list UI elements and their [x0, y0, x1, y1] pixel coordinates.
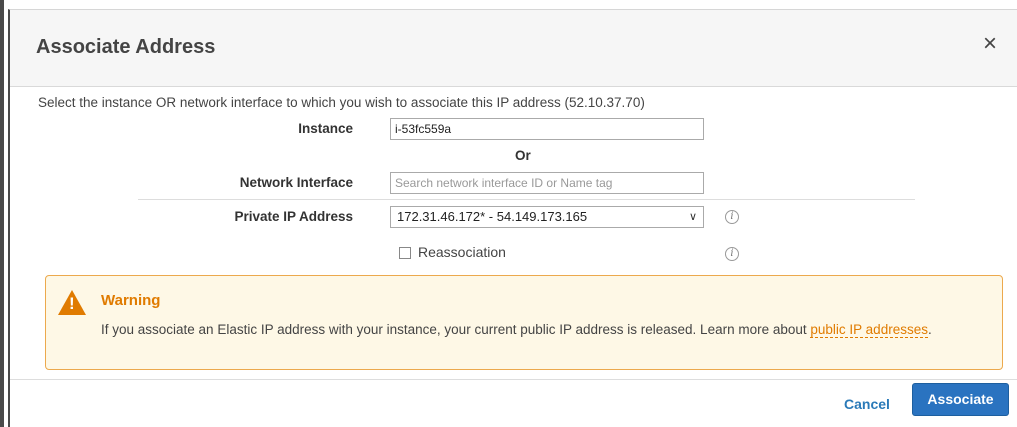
- public-ip-link[interactable]: public IP addresses: [810, 322, 928, 338]
- chevron-down-icon: ∨: [688, 211, 697, 223]
- warning-suffix: .: [927, 322, 932, 337]
- associate-button[interactable]: Associate: [912, 383, 1009, 416]
- warning-title: Warning: [101, 292, 161, 309]
- network-interface-label: Network Interface: [239, 175, 353, 190]
- info-icon[interactable]: i: [725, 247, 739, 261]
- instance-label: Instance: [298, 121, 353, 136]
- associate-address-dialog: Associate Address × Select the instance …: [8, 9, 1017, 427]
- private-ip-label: Private IP Address: [234, 209, 353, 224]
- dialog-title: Associate Address: [36, 36, 216, 58]
- window-edge: [0, 0, 4, 427]
- warning-body: If you associate an Elastic IP address w…: [101, 322, 811, 337]
- warning-icon: !: [58, 290, 86, 315]
- warning-text: If you associate an Elastic IP address w…: [101, 320, 981, 339]
- warning-box: ! Warning If you associate an Elastic IP…: [45, 275, 1003, 370]
- dialog-header: Associate Address ×: [10, 10, 1017, 87]
- footer-divider: [10, 379, 1017, 380]
- instance-input[interactable]: [390, 118, 704, 140]
- reassociation-checkbox[interactable]: [399, 247, 411, 259]
- private-ip-select[interactable]: 172.31.46.172* - 54.149.173.165 ∨: [390, 206, 704, 228]
- network-interface-input[interactable]: [390, 172, 704, 194]
- private-ip-selected: 172.31.46.172* - 54.149.173.165: [397, 209, 588, 224]
- or-label: Or: [515, 148, 531, 163]
- intro-text: Select the instance OR network interface…: [38, 95, 645, 110]
- cancel-button[interactable]: Cancel: [844, 396, 890, 412]
- reassociation-label[interactable]: Reassociation: [418, 244, 506, 260]
- divider: [138, 199, 915, 200]
- info-icon[interactable]: i: [725, 210, 739, 224]
- close-icon[interactable]: ×: [983, 32, 997, 56]
